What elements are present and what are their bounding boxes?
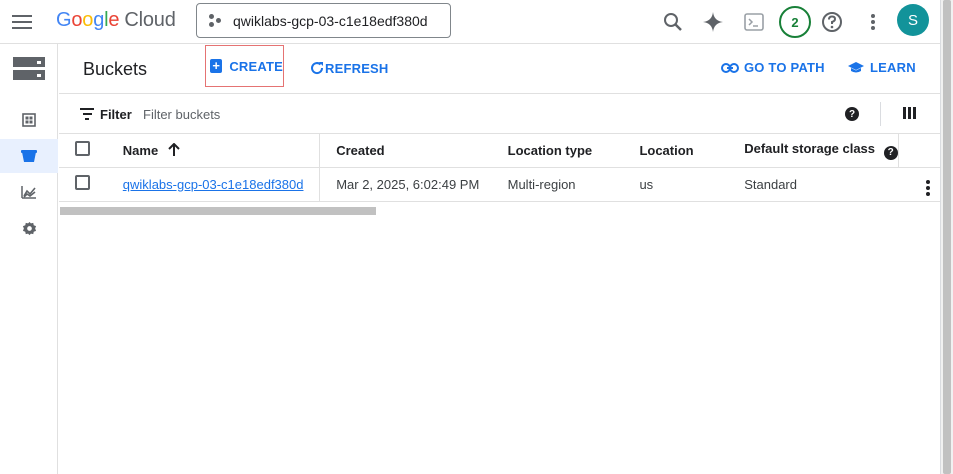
logo-letter: o — [71, 9, 83, 31]
project-picker[interactable]: qwiklabs-gcp-03-c1e18edf380d — [196, 3, 451, 38]
column-display-icon[interactable] — [903, 107, 916, 119]
location-type-column-header[interactable]: Location type — [491, 134, 624, 168]
logo-letter: g — [93, 9, 105, 31]
action-bar: Buckets + CREATE REFRESH GO TO PATH LEAR… — [59, 44, 940, 94]
buckets-icon[interactable] — [0, 139, 58, 173]
cloud-shell-icon[interactable] — [740, 8, 768, 36]
add-box-icon: + — [210, 59, 223, 73]
scrollbar-thumb[interactable] — [943, 0, 951, 474]
name-header-label: Name — [122, 142, 159, 158]
learn-button[interactable]: LEARN — [847, 60, 916, 75]
storage-class-header-label: Default storage class — [744, 141, 876, 156]
more-vert-icon[interactable] — [859, 8, 887, 36]
bucket-name-link[interactable]: qwiklabs-gcp-03-c1e18edf380d — [123, 177, 304, 192]
buckets-table: Name Created Location type Location Defa… — [59, 134, 940, 202]
avatar[interactable]: S — [897, 4, 929, 36]
created-cell: Mar 2, 2025, 6:02:49 PM — [319, 167, 492, 202]
notifications-badge[interactable]: 2 — [779, 6, 811, 38]
project-picker-icon — [209, 13, 223, 28]
location-header-label: Location — [639, 142, 694, 158]
storage-class-cell: Standard — [728, 167, 899, 202]
location-type-cell: Multi-region — [491, 167, 624, 202]
left-nav — [0, 44, 58, 474]
select-all-checkbox[interactable] — [75, 141, 90, 157]
search-icon[interactable] — [659, 8, 687, 36]
storage-class-column-header[interactable]: Default storage class ? — [728, 134, 899, 168]
bucket-name-cell: qwiklabs-gcp-03-c1e18edf380d — [122, 167, 321, 202]
table-row[interactable]: qwiklabs-gcp-03-c1e18edf380d Mar 2, 2025… — [59, 167, 940, 202]
location-type-header-label: Location type — [507, 142, 593, 158]
row-more-icon[interactable] — [926, 180, 930, 196]
location-cell: us — [623, 167, 729, 202]
top-bar: Google Cloud qwiklabs-gcp-03-c1e18edf380d… — [0, 0, 940, 44]
menu-icon[interactable] — [12, 12, 32, 32]
school-icon — [848, 61, 864, 72]
storage-class-help-icon[interactable]: ? — [883, 145, 898, 160]
storage-product-icon[interactable] — [0, 52, 58, 86]
divider — [880, 102, 881, 126]
settings-icon[interactable] — [0, 211, 58, 245]
filter-help-icon[interactable]: ? — [845, 107, 859, 121]
logo-letter: e — [108, 9, 120, 31]
project-name: qwiklabs-gcp-03-c1e18edf380d — [233, 12, 428, 29]
overview-icon[interactable] — [0, 103, 58, 137]
main-content: Buckets + CREATE REFRESH GO TO PATH LEAR… — [59, 44, 940, 474]
created-header-label: Created — [336, 142, 385, 158]
name-column-header[interactable]: Name — [122, 134, 321, 168]
refresh-button[interactable]: REFRESH — [309, 60, 389, 76]
refresh-icon — [311, 62, 324, 75]
actions-column-header — [898, 134, 940, 168]
create-button-label: CREATE — [229, 58, 283, 74]
row-actions-cell — [898, 167, 940, 202]
monitoring-icon[interactable] — [0, 175, 58, 209]
help-icon[interactable] — [818, 8, 846, 36]
filter-bar: Filter ? — [59, 94, 940, 134]
page-title: Buckets — [83, 59, 148, 79]
google-cloud-logo[interactable]: Google Cloud — [56, 9, 176, 32]
create-button[interactable]: + CREATE — [205, 45, 284, 87]
gemini-sparkle-icon[interactable] — [699, 8, 727, 36]
row-checkbox[interactable] — [75, 175, 90, 190]
location-column-header[interactable]: Location — [623, 134, 729, 168]
filter-label[interactable]: Filter — [100, 107, 132, 122]
logo-letter: o — [82, 9, 94, 31]
filter-input[interactable] — [143, 105, 443, 123]
select-all-cell — [59, 134, 123, 168]
logo-letter: G — [56, 9, 72, 31]
page-scrollbar[interactable] — [940, 0, 953, 474]
go-to-path-label: GO TO PATH — [744, 60, 825, 75]
go-to-path-button[interactable]: GO TO PATH — [721, 60, 825, 75]
logo-cloud-text: Cloud — [124, 9, 176, 31]
link-icon — [721, 62, 739, 73]
table-horizontal-scrollbar[interactable] — [60, 207, 376, 215]
filter-icon[interactable] — [80, 108, 94, 123]
created-column-header[interactable]: Created — [319, 134, 492, 168]
table-header-row: Name Created Location type Location Defa… — [59, 134, 940, 168]
row-select-cell — [59, 167, 123, 202]
learn-button-label: LEARN — [870, 60, 916, 75]
sort-ascending-icon[interactable] — [168, 142, 180, 157]
refresh-button-label: REFRESH — [325, 60, 389, 76]
